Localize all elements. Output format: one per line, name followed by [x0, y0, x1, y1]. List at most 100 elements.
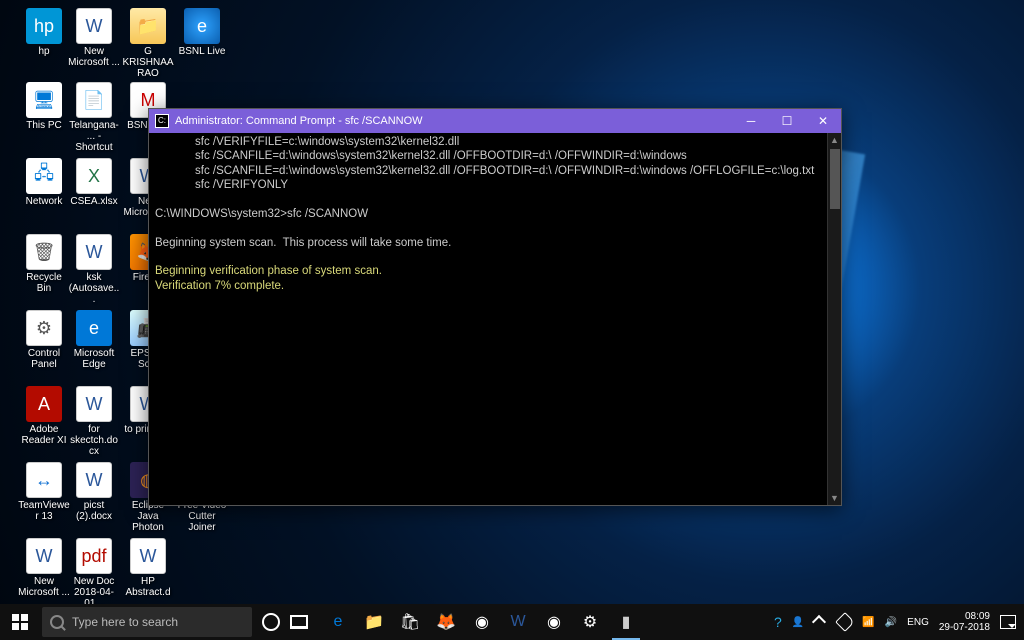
desktop-icon-bsnl-live[interactable]: e BSNL Live: [176, 8, 228, 57]
icon-glyph: 🗑: [26, 234, 62, 270]
scroll-down-button[interactable]: ▼: [828, 491, 842, 505]
desktop-icon-csea-xlsx[interactable]: X CSEA.xlsx: [68, 158, 120, 207]
desktop-icon-new-doc-2018-04-01[interactable]: pdfNew Doc 2018-04-01...: [68, 538, 120, 609]
terminal-line: [155, 193, 821, 207]
desktop-icon-control-panel[interactable]: ⚙Control Panel: [18, 310, 70, 370]
terminal-line: sfc /VERIFYFILE=c:\windows\system32\kern…: [155, 135, 821, 149]
icon-glyph: 📄: [76, 82, 112, 118]
window-title: Administrator: Command Prompt - sfc /SCA…: [175, 115, 423, 127]
cmd-icon: C:: [155, 114, 169, 128]
search-icon: [50, 615, 64, 629]
speaker-icon[interactable]: 🔊: [885, 617, 897, 628]
terminal-output[interactable]: sfc /VERIFYFILE=c:\windows\system32\kern…: [149, 133, 827, 505]
icon-label: CSEA.xlsx: [68, 196, 120, 207]
icon-label: hp: [18, 46, 70, 57]
close-button[interactable]: ✕: [805, 109, 841, 133]
taskbar[interactable]: Type here to search e📁🛍🦊◉W◉⚙▮ ? 👤 📶 🔊 EN…: [0, 604, 1024, 640]
terminal-line: [155, 221, 821, 235]
taskbar-app-cmd[interactable]: ▮: [608, 604, 644, 640]
desktop-icon-new-microsoft[interactable]: WNew Microsoft ...: [18, 538, 70, 598]
icon-glyph: W: [76, 386, 112, 422]
ink-workspace-icon[interactable]: [835, 612, 855, 632]
icon-label: Microsoft Edge: [68, 348, 120, 370]
icon-glyph: e: [76, 310, 112, 346]
language-indicator[interactable]: ENG: [907, 617, 929, 628]
desktop-icon-hp-abstract-d[interactable]: WHP Abstract.d: [122, 538, 174, 598]
icon-label: BSNL Live: [176, 46, 228, 57]
search-box[interactable]: Type here to search: [42, 607, 252, 637]
icon-glyph: W: [76, 234, 112, 270]
taskbar-app-edge[interactable]: e: [320, 604, 356, 640]
scroll-thumb[interactable]: [830, 149, 840, 209]
clock-time: 08:09: [939, 611, 990, 622]
icon-glyph: e: [184, 8, 220, 44]
people-icon[interactable]: 👤: [792, 617, 804, 628]
icon-glyph: W: [76, 462, 112, 498]
terminal-line: sfc /SCANFILE=d:\windows\system32\kernel…: [155, 149, 821, 163]
desktop-icon-this-pc[interactable]: 🖥This PC: [18, 82, 70, 131]
desktop-icon-for-skectch-docx[interactable]: Wfor skectch.docx: [68, 386, 120, 457]
network-icon[interactable]: 📶: [862, 617, 874, 628]
terminal-line: sfc /VERIFYONLY: [155, 178, 821, 192]
icon-label: New Microsoft ...: [18, 576, 70, 598]
scrollbar[interactable]: ▲ ▼: [827, 133, 841, 505]
desktop-icon-network[interactable]: 🖧 Network: [18, 158, 70, 207]
icon-label: Network: [18, 196, 70, 207]
icon-label: G KRISHNAA RAO: [122, 46, 174, 79]
desktop-icon-new-microsoft[interactable]: WNew Microsoft ...: [68, 8, 120, 68]
help-icon[interactable]: ?: [774, 614, 782, 630]
icon-label: for skectch.docx: [68, 424, 120, 457]
icon-glyph: 🖧: [26, 158, 62, 194]
desktop-icon-adobe-reader-xi[interactable]: AAdobe Reader XI: [18, 386, 70, 446]
clock[interactable]: 08:09 29-07-2018: [939, 611, 990, 633]
icon-label: HP Abstract.d: [122, 576, 174, 598]
terminal-line: C:\WINDOWS\system32>sfc /SCANNOW: [155, 207, 821, 221]
desktop-icon-telangana-shortcut[interactable]: 📄Telangana-... - Shortcut: [68, 82, 120, 153]
desktop-icon-teamviewer-13[interactable]: ↔TeamViewer 13: [18, 462, 70, 522]
taskbar-app-chrome[interactable]: ◉: [464, 604, 500, 640]
icon-label: picst (2).docx: [68, 500, 120, 522]
start-button[interactable]: [0, 604, 40, 640]
icon-glyph: A: [26, 386, 62, 422]
clock-date: 29-07-2018: [939, 622, 990, 633]
action-center-icon[interactable]: [1000, 615, 1016, 629]
icon-label: Adobe Reader XI: [18, 424, 70, 446]
taskbar-app-store[interactable]: 🛍: [392, 604, 428, 640]
icon-glyph: W: [130, 538, 166, 574]
taskbar-app-file-explorer[interactable]: 📁: [356, 604, 392, 640]
icon-glyph: hp: [26, 8, 62, 44]
window-titlebar[interactable]: C: Administrator: Command Prompt - sfc /…: [149, 109, 841, 133]
maximize-button[interactable]: ☐: [769, 109, 805, 133]
icon-glyph: pdf: [76, 538, 112, 574]
command-prompt-window[interactable]: C: Administrator: Command Prompt - sfc /…: [148, 108, 842, 506]
task-view-button[interactable]: [290, 615, 308, 629]
icon-label: Control Panel: [18, 348, 70, 370]
icon-glyph: 📁: [130, 8, 166, 44]
terminal-line: Beginning system scan. This process will…: [155, 236, 821, 250]
icon-glyph: 🖥: [26, 82, 62, 118]
taskbar-app-firefox[interactable]: 🦊: [428, 604, 464, 640]
desktop-icon-picst-2-docx[interactable]: Wpicst (2).docx: [68, 462, 120, 522]
cortana-button[interactable]: [262, 613, 280, 631]
icon-label: New Microsoft ...: [68, 46, 120, 68]
terminal-line: Verification 7% complete.: [155, 279, 821, 293]
icon-glyph: ⚙: [26, 310, 62, 346]
desktop-icon-microsoft-edge[interactable]: eMicrosoft Edge: [68, 310, 120, 370]
minimize-button[interactable]: ─: [733, 109, 769, 133]
icon-glyph: W: [26, 538, 62, 574]
icon-label: Telangana-... - Shortcut: [68, 120, 120, 153]
icon-glyph: X: [76, 158, 112, 194]
taskbar-app-word[interactable]: W: [500, 604, 536, 640]
terminal-line: sfc /SCANFILE=d:\windows\system32\kernel…: [155, 164, 821, 178]
terminal-line: [155, 250, 821, 264]
taskbar-app-chrome-2[interactable]: ◉: [536, 604, 572, 640]
desktop-icon-ksk-autosave[interactable]: Wksk (Autosave...: [68, 234, 120, 305]
scroll-up-button[interactable]: ▲: [828, 133, 842, 147]
desktop-icon-hp[interactable]: hp hp: [18, 8, 70, 57]
desktop-icon-recycle-bin[interactable]: 🗑Recycle Bin: [18, 234, 70, 294]
taskbar-app-settings[interactable]: ⚙: [572, 604, 608, 640]
desktop-icon-g-krishnaa-rao[interactable]: 📁G KRISHNAA RAO: [122, 8, 174, 79]
icon-glyph: W: [76, 8, 112, 44]
system-tray[interactable]: ? 👤 📶 🔊 ENG 08:09 29-07-2018: [774, 611, 1024, 633]
tray-overflow-button[interactable]: [812, 615, 826, 629]
